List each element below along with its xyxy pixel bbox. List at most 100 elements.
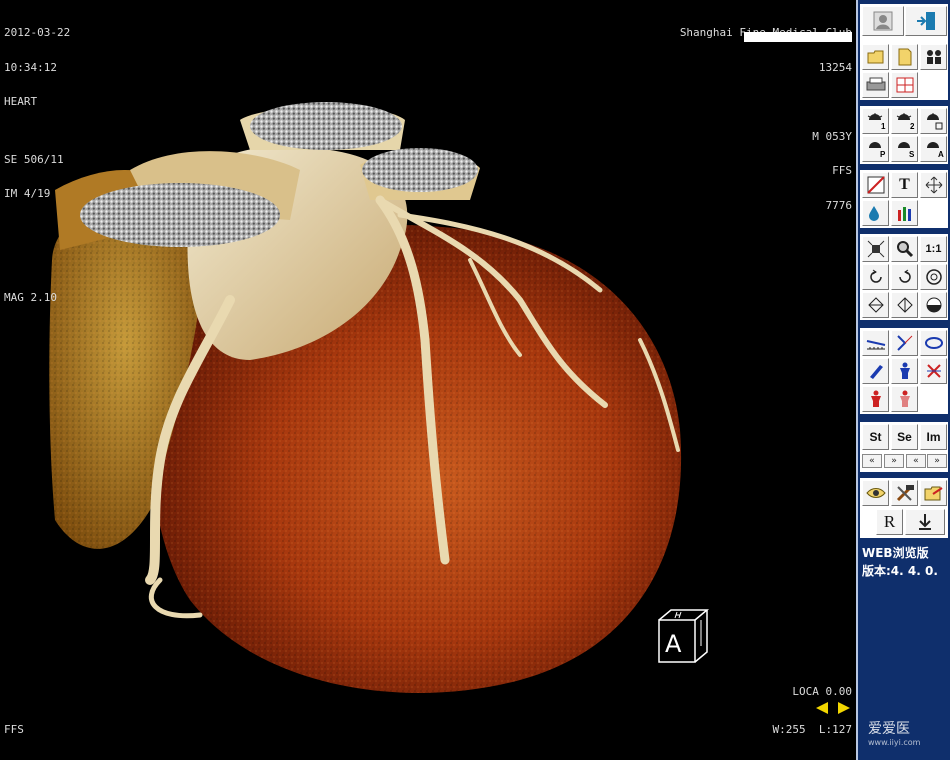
svg-text:1: 1 (881, 122, 886, 130)
view-settings-button[interactable] (862, 480, 889, 506)
version-number: 版本:4. 4. 0. (862, 564, 938, 578)
lamp-icon: P (868, 142, 886, 158)
svg-text:2: 2 (910, 122, 915, 130)
flip-horizontal-button[interactable] (891, 292, 918, 318)
reset-button[interactable]: R (876, 509, 903, 535)
image-button[interactable]: Im (920, 424, 947, 450)
series-button[interactable]: Se (891, 424, 918, 450)
fit-icon (867, 240, 884, 258)
overlay-top-left: 2012-03-22 10:34:12 HEART SE 506/11 IM 4… (4, 4, 70, 326)
patient-sex-age: M 053Y (812, 129, 852, 143)
open-folder-button[interactable] (862, 44, 889, 70)
export-button[interactable] (920, 480, 947, 506)
patient-info-button[interactable] (862, 6, 904, 36)
lamp-icon: 1 (867, 113, 886, 130)
move-arrows-icon (925, 176, 942, 194)
bar-chart-icon (897, 207, 911, 221)
hide-markers-button[interactable] (862, 386, 889, 412)
angle-button[interactable] (891, 330, 918, 356)
layout-button[interactable] (891, 72, 918, 98)
preset-p-button[interactable]: P (862, 136, 889, 162)
half-circle-icon (926, 297, 941, 313)
ruler-button[interactable] (862, 330, 889, 356)
compare-button[interactable] (920, 44, 947, 70)
measure-group (860, 328, 948, 414)
angle-icon (896, 335, 912, 351)
lamp-icon: A (926, 142, 944, 158)
magnifier-icon (896, 241, 913, 258)
preset-a-button[interactable]: A (920, 136, 947, 162)
accession-number: 7776 (825, 198, 853, 212)
patient-portrait-icon (873, 11, 893, 31)
rotate-right-button[interactable] (891, 264, 918, 290)
window-level-icon (866, 176, 885, 194)
study-button[interactable]: St (862, 424, 889, 450)
ruler-icon (866, 340, 885, 350)
study-date: 2012-03-22 (4, 26, 71, 39)
delete-annotation-button[interactable] (920, 358, 947, 384)
show-markers-button[interactable] (891, 386, 918, 412)
next-study-button[interactable]: » (884, 454, 904, 468)
zoom-button[interactable] (891, 236, 918, 262)
rotate-ccw-icon (869, 269, 882, 283)
rotate-left-button[interactable] (862, 264, 889, 290)
file-tools-group (860, 4, 948, 100)
overlay-bottom-right: LOCA 0.00 W:255 L:127 (773, 663, 852, 758)
patient-name-redaction-bar (744, 32, 852, 42)
next-series-button[interactable]: » (927, 454, 947, 468)
preset-s-button[interactable]: S (891, 136, 918, 162)
body-marker-button[interactable] (891, 358, 918, 384)
pan-button[interactable] (920, 172, 947, 198)
figure-icon (899, 390, 910, 407)
magnification: MAG 2.10 (4, 290, 57, 304)
image-viewport[interactable]: 2012-03-22 10:34:12 HEART SE 506/11 IM 4… (0, 0, 856, 760)
figure-icon (899, 362, 910, 379)
rotate-cw-icon (898, 269, 911, 283)
patient-position-bottom: FFS (4, 722, 24, 736)
series-navigation-group: St Se Im « » « » (860, 422, 948, 472)
flip-horizontal-icon (896, 297, 913, 313)
folder-arrow-icon (924, 486, 943, 501)
two-people-icon (926, 50, 941, 64)
prev-series-button[interactable]: « (906, 454, 926, 468)
preset-custom-button[interactable] (920, 108, 947, 134)
svg-text:S: S (909, 150, 915, 158)
window-level-button[interactable] (862, 172, 889, 198)
text-annotation-button[interactable]: T (891, 172, 918, 198)
preset-1-button[interactable]: 1 (862, 108, 889, 134)
lamp-icon (926, 113, 942, 130)
exit-button[interactable] (905, 6, 947, 36)
ellipse-roi-button[interactable] (920, 330, 947, 356)
fit-button[interactable] (862, 236, 889, 262)
overlay-bottom-left: FFS (4, 701, 44, 759)
histogram-button[interactable] (891, 200, 918, 226)
download-button[interactable] (905, 509, 945, 535)
actual-size-button[interactable]: 1:1 (920, 236, 947, 262)
orientation-cube[interactable]: A (655, 606, 715, 670)
body-part: HEART (4, 95, 38, 108)
open-file-button[interactable] (891, 44, 918, 70)
svg-text:A: A (938, 150, 944, 158)
figure-icon (870, 390, 881, 407)
delete-cross-icon (926, 364, 941, 378)
spiral-icon (925, 269, 942, 285)
preset-2-button[interactable]: 2 (891, 108, 918, 134)
tools-button[interactable] (891, 480, 918, 506)
flip-vertical-button[interactable] (862, 292, 889, 318)
fill-button[interactable] (862, 200, 889, 226)
invert-button[interactable] (920, 292, 947, 318)
utility-group: R (860, 478, 948, 538)
image-number: IM 4/19 (4, 187, 51, 200)
patient-id: 13254 (818, 60, 852, 74)
flip-vertical-icon (867, 297, 884, 313)
location-value: LOCA 0.00 (792, 685, 852, 698)
ellipse-icon (924, 337, 943, 349)
series-number: SE 506/11 (4, 152, 64, 166)
printer-icon (866, 77, 885, 91)
study-time: 10:34:12 (4, 60, 57, 74)
print-button[interactable] (862, 72, 889, 98)
orientation-cube-label: A (665, 630, 682, 658)
pen-button[interactable] (862, 358, 889, 384)
spin-button[interactable] (920, 264, 947, 290)
prev-study-button[interactable]: « (862, 454, 882, 468)
